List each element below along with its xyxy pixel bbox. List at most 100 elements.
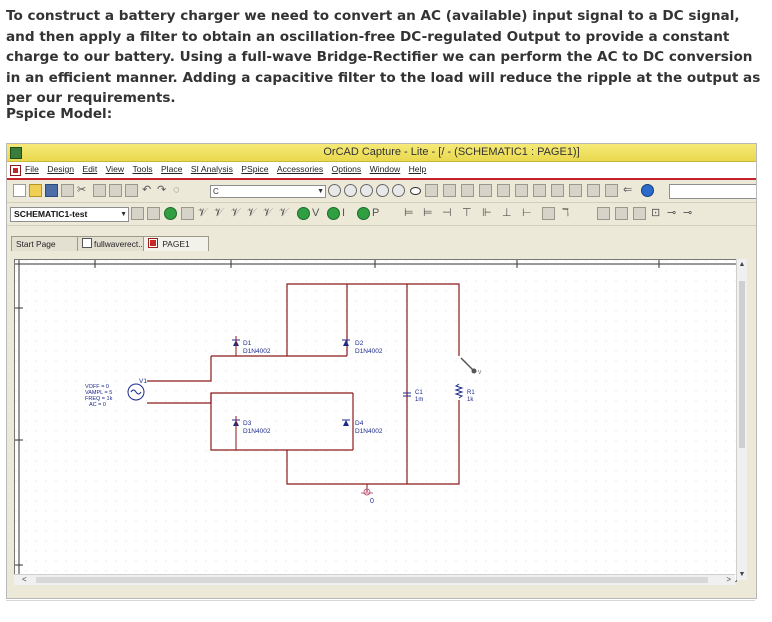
new-icon[interactable] [13, 184, 26, 197]
view-results-icon[interactable] [181, 207, 194, 220]
part-icon[interactable] [597, 207, 610, 220]
bom-icon[interactable] [479, 184, 492, 197]
r1-value: 1k [467, 397, 474, 403]
tab-fullwaverect[interactable]: fullwaverect... [77, 236, 149, 251]
distribute-icon[interactable]: ⊢ [522, 206, 532, 220]
menu-window[interactable]: Window [370, 164, 401, 174]
backannotate-icon[interactable] [569, 184, 582, 197]
netlist-icon[interactable] [515, 184, 528, 197]
instance-combo[interactable]: C ▼ [210, 185, 326, 198]
c1-value: 1m [415, 397, 423, 403]
align-left-icon[interactable]: ⊨ [404, 206, 414, 220]
net-icon[interactable] [425, 184, 438, 197]
menu-file[interactable]: File [25, 164, 39, 174]
project-icon[interactable] [461, 184, 474, 197]
divider [6, 600, 755, 601]
bias-current-icon[interactable] [327, 207, 340, 220]
net-alias-icon[interactable]: ⊡ [651, 206, 660, 220]
tab-page1[interactable]: PAGE1 [143, 236, 209, 251]
zoom-out-icon[interactable] [360, 184, 373, 197]
grid-icon[interactable] [542, 207, 555, 220]
menu-place[interactable]: Place [161, 164, 183, 174]
align-bottom-icon[interactable]: ⊥ [502, 206, 512, 220]
schematic-canvas[interactable]: D1 D1N4002 D2 D1N4002 D3 D1N4002 D4 D1N4… [14, 259, 737, 582]
pin-icon[interactable]: ℸ [562, 206, 569, 220]
bias-voltage-icon[interactable] [297, 207, 310, 220]
align-middle-icon[interactable]: ⊩ [482, 206, 492, 220]
advanced-marker-icon[interactable]: 𝒱 [279, 206, 288, 220]
voltage-marker-icon[interactable]: 𝒱 [198, 206, 207, 220]
open-icon[interactable] [29, 184, 42, 197]
wire-icon[interactable] [615, 207, 628, 220]
current-display-icon[interactable]: I [342, 206, 345, 220]
menu-si-analysis[interactable]: SI Analysis [191, 164, 233, 174]
align-right-icon[interactable]: ⊣ [442, 206, 452, 220]
align-center-icon[interactable]: ⊨ [423, 206, 433, 220]
menu-pspice[interactable]: PSpice [241, 164, 268, 174]
annotate-icon[interactable] [533, 184, 546, 197]
voltage-display-icon[interactable]: V [312, 206, 319, 220]
save-icon[interactable] [45, 184, 58, 197]
drc-icon[interactable] [497, 184, 510, 197]
scroll-right-icon[interactable]: > [726, 575, 731, 585]
print-icon[interactable] [61, 184, 74, 197]
scroll-down-icon[interactable]: ▼ [737, 571, 747, 578]
power-display-icon[interactable]: P [372, 206, 379, 220]
menu-bar: File Design Edit View Tools Place SI Ana… [7, 162, 756, 180]
search-icon[interactable] [328, 184, 341, 197]
bus-icon[interactable] [633, 207, 646, 220]
history-icon[interactable]: ◌ [173, 183, 180, 197]
vertical-scrollbar[interactable]: ▲ ▼ [736, 259, 747, 580]
schematic-combo[interactable]: SCHEMATIC1-test ▼ [10, 207, 129, 222]
copy-icon[interactable] [93, 184, 106, 197]
title-bar: OrCAD Capture - Lite - [/ - (SCHEMATIC1 … [7, 144, 756, 162]
menu-design[interactable]: Design [47, 164, 74, 174]
help-icon[interactable] [641, 184, 654, 197]
horizontal-scroll-thumb[interactable] [36, 577, 708, 583]
zoom-area-icon[interactable] [376, 184, 389, 197]
redo-icon[interactable]: ↷ [157, 183, 166, 197]
visibility-icon[interactable] [410, 187, 421, 195]
d2-ref: D2 [355, 340, 364, 347]
power-place-icon[interactable]: ⊸ [667, 206, 676, 220]
ground-label: 0 [370, 498, 374, 505]
scroll-up-icon[interactable]: ▲ [737, 261, 747, 268]
bias-power-icon[interactable] [357, 207, 370, 220]
horizontal-scrollbar[interactable]: < > [14, 574, 735, 585]
search-input[interactable] [669, 184, 756, 199]
menu-help[interactable]: Help [409, 164, 427, 174]
bias-marker-icon[interactable]: 𝒱 [263, 206, 272, 220]
menu-tools[interactable]: Tools [132, 164, 152, 174]
menu-view[interactable]: View [106, 164, 124, 174]
menu-options[interactable]: Options [332, 164, 362, 174]
vertical-scroll-thumb[interactable] [739, 281, 745, 448]
undo-icon[interactable]: ↶ [142, 183, 151, 197]
zoom-all-icon[interactable] [392, 184, 405, 197]
back-icon[interactable]: ⇐ [623, 183, 632, 197]
cut-icon[interactable]: ✂ [77, 183, 86, 197]
menu-accessories[interactable]: Accessories [277, 164, 323, 174]
current-marker-icon[interactable]: 𝒱 [231, 206, 240, 220]
align-top-icon[interactable]: ⊤ [462, 206, 472, 220]
grid-background [15, 260, 736, 581]
menu-edit[interactable]: Edit [82, 164, 97, 174]
delete-icon[interactable] [125, 184, 138, 197]
new-simulation-icon[interactable] [131, 207, 144, 220]
ground-place-icon[interactable]: ⊸ [683, 206, 692, 220]
run-icon[interactable] [164, 207, 177, 220]
instance-combo-value: C [213, 187, 219, 196]
d4-part: D1N4002 [355, 428, 383, 435]
zoom-in-icon[interactable] [344, 184, 357, 197]
power-marker-icon[interactable]: 𝒱 [247, 206, 256, 220]
snap-icon[interactable] [605, 184, 618, 197]
document-icon[interactable] [10, 165, 21, 176]
scroll-left-icon[interactable]: < [22, 575, 27, 585]
cross-probe-icon[interactable] [587, 184, 600, 197]
diff-marker-icon[interactable]: 𝒱 [214, 206, 223, 220]
library-icon[interactable] [443, 184, 456, 197]
edit-simulation-icon[interactable] [147, 207, 160, 220]
tab-start-page[interactable]: Start Page [11, 236, 79, 251]
xref-icon[interactable] [551, 184, 564, 197]
paste-icon[interactable] [109, 184, 122, 197]
tab-fullwaverect-label: fullwaverect... [94, 239, 146, 249]
